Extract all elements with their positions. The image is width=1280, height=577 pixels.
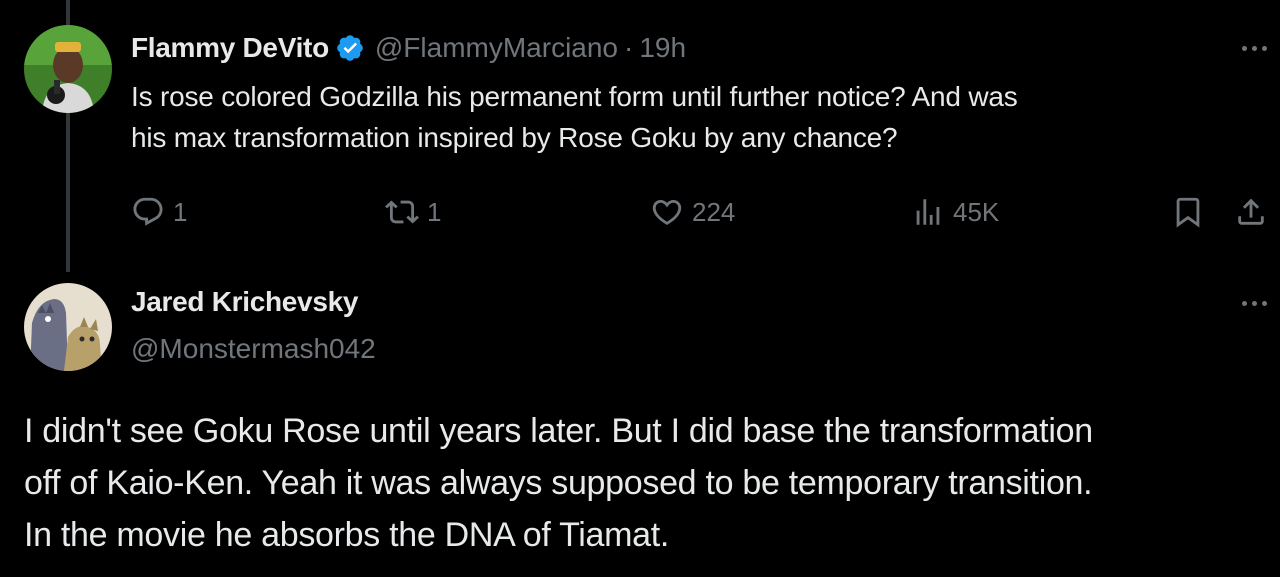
tweet-text-line: off of Kaio-Ken. Yeah it was always supp…	[24, 464, 1093, 502]
verified-badge-icon	[335, 33, 365, 63]
more-options-icon[interactable]	[1234, 293, 1274, 313]
bookmark-icon	[1171, 195, 1205, 229]
author-name[interactable]: Jared Krichevsky	[131, 286, 358, 318]
reply-button[interactable]: 1	[131, 190, 187, 234]
tweet-text-line: his max transformation inspired by Rose …	[131, 122, 898, 153]
share-icon	[1234, 195, 1268, 229]
author-handle[interactable]: @Monstermash042	[131, 333, 376, 365]
reply-icon	[131, 195, 165, 229]
share-button[interactable]	[1234, 190, 1268, 234]
retweet-button[interactable]: 1	[385, 190, 441, 234]
like-count: 224	[692, 196, 736, 227]
parent-tweet-header: Flammy DeVito @FlammyMarciano · 19h	[131, 28, 686, 68]
views-button[interactable]: 45K	[911, 190, 999, 234]
parent-tweet-text: Is rose colored Godzilla his permanent f…	[131, 76, 1251, 158]
heart-icon	[650, 195, 684, 229]
retweet-icon	[385, 195, 419, 229]
author-handle[interactable]: @FlammyMarciano	[375, 32, 618, 64]
tweet-action-bar: 1 1 224 45K	[131, 190, 1279, 234]
author-name[interactable]: Flammy DeVito	[131, 32, 329, 64]
more-options-icon[interactable]	[1234, 38, 1274, 58]
tweet-text-line: Is rose colored Godzilla his permanent f…	[131, 81, 1018, 112]
like-button[interactable]: 224	[650, 190, 735, 234]
views-count: 45K	[953, 196, 1000, 227]
bookmark-button[interactable]	[1171, 190, 1205, 234]
timestamp[interactable]: 19h	[639, 32, 686, 64]
reply-count: 1	[173, 196, 188, 227]
reply-tweet-text: I didn't see Goku Rose until years later…	[24, 405, 1274, 561]
retweet-count: 1	[427, 196, 442, 227]
tweet-text-line: In the movie he absorbs the DNA of Tiama…	[24, 516, 670, 554]
tweet-text-line: I didn't see Goku Rose until years later…	[24, 412, 1093, 450]
views-chart-icon	[911, 195, 945, 229]
separator-dot: ·	[624, 32, 634, 63]
avatar[interactable]	[24, 25, 112, 113]
avatar[interactable]	[24, 283, 112, 371]
